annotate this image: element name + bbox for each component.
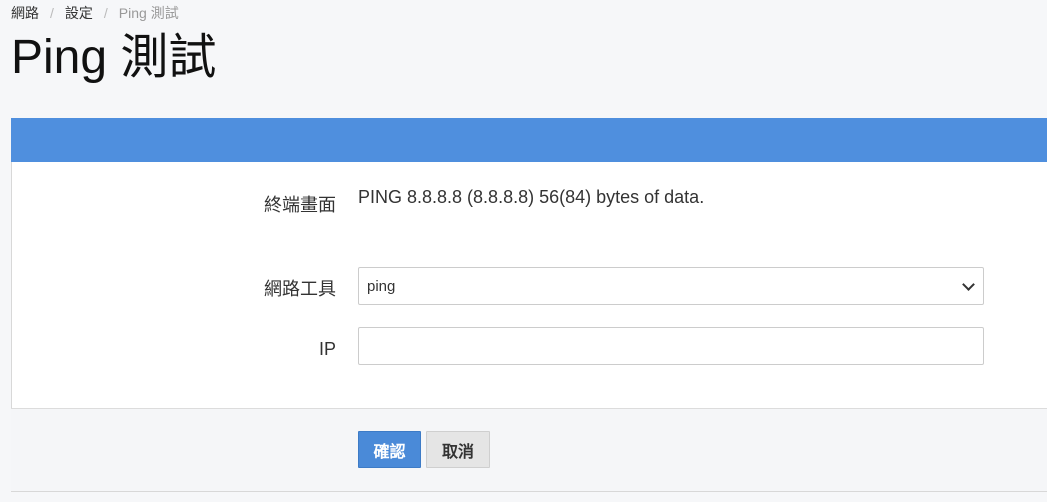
network-tool-selected-value: ping	[367, 277, 396, 295]
network-tool-select[interactable]: ping	[358, 267, 984, 305]
breadcrumb: 網路 / 設定 / Ping 測試	[11, 4, 179, 22]
cancel-button[interactable]: 取消	[426, 431, 490, 468]
breadcrumb-item-settings[interactable]: 設定	[65, 4, 93, 22]
ip-input[interactable]	[358, 327, 984, 365]
ping-form-panel: 終端畫面 PING 8.8.8.8 (8.8.8.8) 56(84) bytes…	[11, 118, 1047, 492]
page-title: Ping 測試	[11, 31, 217, 84]
panel-header	[11, 118, 1047, 162]
breadcrumb-item-current: Ping 測試	[118, 5, 179, 21]
panel-footer: 確認 取消	[11, 408, 1047, 491]
network-tool-label: 網路工具	[264, 279, 336, 299]
chevron-down-icon	[962, 277, 975, 291]
terminal-output: PING 8.8.8.8 (8.8.8.8) 56(84) bytes of d…	[358, 187, 705, 207]
terminal-label: 終端畫面	[264, 195, 336, 215]
confirm-button[interactable]: 確認	[358, 431, 421, 468]
breadcrumb-separator: /	[103, 5, 108, 21]
breadcrumb-item-network[interactable]: 網路	[11, 4, 39, 22]
breadcrumb-separator: /	[50, 5, 54, 21]
ip-label: IP	[318, 339, 336, 359]
